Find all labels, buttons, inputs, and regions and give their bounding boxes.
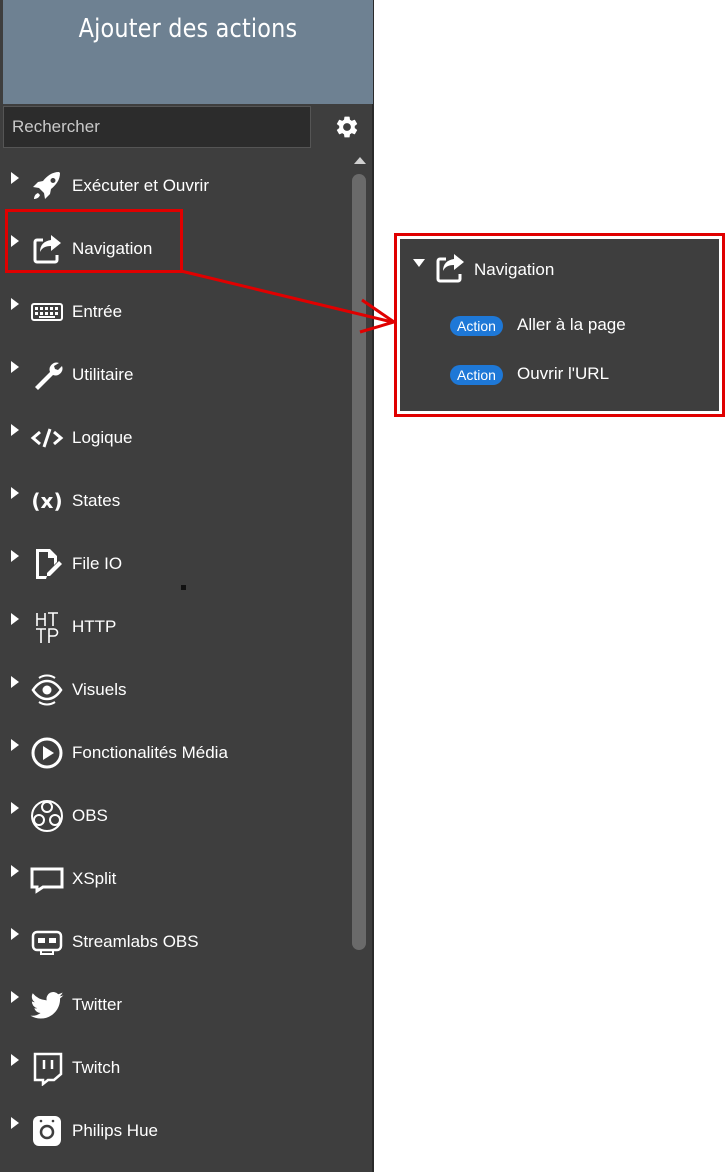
- twitch-icon: [33, 1052, 63, 1086]
- expand-arrow-icon[interactable]: [11, 550, 19, 562]
- category-item[interactable]: Philips Hue: [3, 1100, 343, 1163]
- category-item[interactable]: XSplit: [3, 848, 343, 911]
- expand-arrow-icon[interactable]: [11, 487, 19, 499]
- category-item[interactable]: (x) States: [3, 470, 343, 533]
- expanded-category: Navigation Action Aller à la page Action…: [400, 239, 719, 411]
- rocket-icon: [33, 172, 60, 199]
- category-label: Logique: [72, 428, 133, 447]
- collapse-arrow-icon[interactable]: [413, 259, 425, 267]
- category-label: XSplit: [72, 869, 117, 888]
- panel-title: Ajouter des actions: [78, 14, 298, 44]
- expand-arrow-icon[interactable]: [11, 802, 19, 814]
- action-badge: Action: [450, 365, 503, 385]
- actions-panel: Ajouter des actions Exécuter et Ouvrir: [0, 0, 374, 1172]
- category-item[interactable]: Visuels: [3, 659, 343, 722]
- gear-icon: [336, 116, 358, 138]
- search-bar: [3, 106, 373, 150]
- expand-arrow-icon[interactable]: [11, 1117, 19, 1129]
- streamlabs-icon: [31, 930, 63, 955]
- category-item[interactable]: Fonctionalités Média: [3, 722, 343, 785]
- variable-icon: (x): [31, 489, 62, 513]
- expand-arrow-icon[interactable]: [11, 361, 19, 373]
- expand-arrow-icon[interactable]: [11, 739, 19, 751]
- category-label: Exécuter et Ouvrir: [72, 176, 209, 195]
- expand-arrow-icon[interactable]: [11, 865, 19, 877]
- category-item[interactable]: Twitter: [3, 974, 343, 1037]
- category-item[interactable]: Twitch: [3, 1037, 343, 1100]
- action-label: Aller à la page: [517, 315, 626, 334]
- hue-bridge-icon: [33, 1116, 61, 1146]
- action-badge: Action: [450, 316, 503, 336]
- category-label: Visuels: [72, 680, 127, 699]
- eye-icon: [31, 674, 63, 706]
- action-label: Ouvrir l'URL: [517, 364, 610, 383]
- expanded-category-header[interactable]: Navigation: [400, 239, 719, 299]
- category-item[interactable]: Streamlabs OBS: [3, 911, 343, 974]
- panel-header: Ajouter des actions: [3, 0, 373, 104]
- category-label: HTTP: [72, 617, 117, 636]
- category-label: Fonctionalités Média: [72, 743, 228, 762]
- category-item[interactable]: Logique: [3, 407, 343, 470]
- code-icon: [30, 428, 64, 448]
- stray-dot: [181, 585, 186, 590]
- category-item[interactable]: Entrée: [3, 281, 343, 344]
- wrench-icon: [35, 362, 63, 390]
- category-label: Streamlabs OBS: [72, 932, 199, 951]
- expand-arrow-icon[interactable]: [11, 298, 19, 310]
- category-label: OBS: [72, 806, 108, 825]
- category-label: Twitch: [72, 1058, 121, 1077]
- keyboard-icon: [31, 303, 63, 321]
- category-item[interactable]: File IO: [3, 533, 343, 596]
- file-edit-icon: [36, 549, 62, 579]
- svg-text:(x): (x): [31, 489, 62, 513]
- scroll-thumb[interactable]: [352, 174, 366, 950]
- twitter-icon: [30, 991, 64, 1019]
- expanded-category-title: Navigation: [474, 260, 555, 279]
- category-label: Twitter: [72, 995, 123, 1014]
- category-item[interactable]: OBS: [3, 785, 343, 848]
- scroll-up-icon[interactable]: [354, 157, 366, 164]
- http-icon: [36, 612, 59, 643]
- navigation-highlight-box: [5, 209, 183, 273]
- expand-arrow-icon[interactable]: [11, 613, 19, 625]
- expand-arrow-icon[interactable]: [11, 172, 19, 184]
- play-icon: [31, 737, 63, 769]
- expand-arrow-icon[interactable]: [11, 928, 19, 940]
- category-label: States: [72, 491, 121, 510]
- share-icon: [436, 254, 464, 283]
- expand-arrow-icon[interactable]: [11, 676, 19, 688]
- navigation-expanded-callout: Navigation Action Aller à la page Action…: [394, 233, 725, 417]
- settings-button[interactable]: [321, 106, 373, 148]
- category-label: Utilitaire: [72, 365, 134, 384]
- category-item[interactable]: HTTP: [3, 596, 343, 659]
- category-label: File IO: [72, 554, 123, 573]
- expand-arrow-icon[interactable]: [11, 1054, 19, 1066]
- obs-icon: [31, 800, 63, 832]
- expand-arrow-icon[interactable]: [11, 424, 19, 436]
- expand-arrow-icon[interactable]: [11, 991, 19, 1003]
- category-label: Philips Hue: [72, 1121, 158, 1140]
- category-list: Exécuter et Ouvrir Navigation Entrée Uti…: [3, 155, 343, 1163]
- xsplit-icon: [30, 867, 64, 894]
- category-item[interactable]: Utilitaire: [3, 344, 343, 407]
- scrollbar[interactable]: [348, 152, 372, 1172]
- search-input[interactable]: [3, 106, 311, 148]
- category-label: Entrée: [72, 302, 123, 321]
